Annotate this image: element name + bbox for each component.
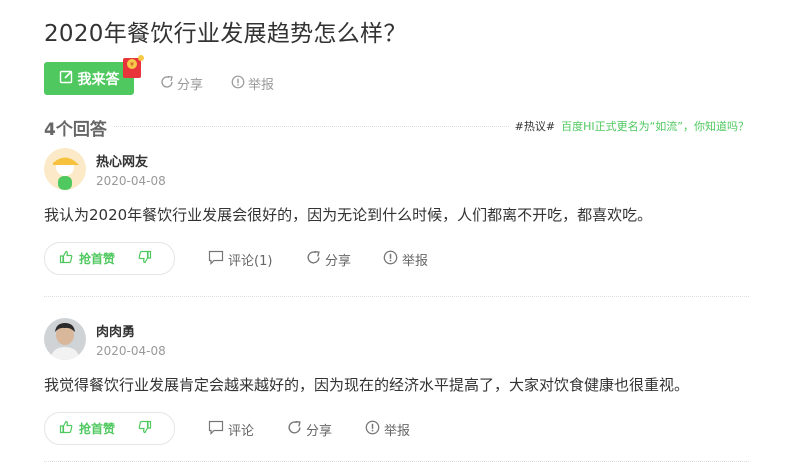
like-button[interactable]: 抢首赞 xyxy=(45,250,131,267)
share-label: 分享 xyxy=(325,254,352,269)
share-button[interactable]: 分享 xyxy=(287,420,332,439)
answer-date: 2020-04-08 xyxy=(96,344,166,358)
share-question-button[interactable]: 分享 xyxy=(160,74,203,93)
report-label: 举报 xyxy=(248,78,275,93)
report-button[interactable]: 举报 xyxy=(365,420,410,439)
answer-content: 我觉得餐饮行业发展肯定会越来越好的，因为现在的经济水平提高了，大家对饮食健康也很… xyxy=(44,376,690,394)
report-label: 举报 xyxy=(384,424,411,439)
dislike-button[interactable] xyxy=(131,249,159,268)
share-icon xyxy=(306,250,321,269)
comment-button[interactable]: 评论(1) xyxy=(208,250,272,269)
report-question-button[interactable]: 举报 xyxy=(231,74,274,93)
thumbs-down-icon xyxy=(138,249,152,268)
dislike-button[interactable] xyxy=(131,419,159,438)
share-label: 分享 xyxy=(306,424,333,439)
comment-label: 评论(1) xyxy=(228,254,273,269)
hot-topic-tag: #热议# xyxy=(514,120,556,133)
comment-icon xyxy=(208,420,224,439)
divider xyxy=(44,461,749,462)
avatar[interactable] xyxy=(44,148,86,190)
answer-count: 4个回答 xyxy=(44,115,113,140)
svg-text:¥: ¥ xyxy=(130,62,134,69)
comment-label: 评论 xyxy=(228,424,255,439)
divider xyxy=(44,296,749,297)
thumbs-down-icon xyxy=(138,419,152,438)
share-button[interactable]: 分享 xyxy=(306,250,351,269)
share-label: 分享 xyxy=(177,78,204,93)
hot-topic: #热议# 百度HI正式更名为“如流”，你知道吗？ xyxy=(508,118,749,134)
answer-button-label: 我来答 xyxy=(77,71,120,88)
hot-topic-link[interactable]: 百度HI正式更名为“如流”，你知道吗？ xyxy=(561,118,749,134)
avatar[interactable] xyxy=(44,318,86,360)
answer-content: 我认为2020年餐饮行业发展会很好的，因为无论到什么时候，人们都离不开吃，都喜欢… xyxy=(44,206,653,224)
like-label: 抢首赞 xyxy=(79,252,116,266)
comment-icon xyxy=(208,250,224,269)
report-button[interactable]: 举报 xyxy=(383,250,428,269)
report-label: 举报 xyxy=(402,254,429,269)
share-icon xyxy=(287,420,302,439)
report-icon xyxy=(383,250,398,269)
red-packet-icon[interactable]: ¥ xyxy=(121,54,145,80)
username[interactable]: 热心网友 xyxy=(96,151,148,170)
like-label: 抢首赞 xyxy=(79,422,116,436)
thumbs-up-icon xyxy=(59,420,73,437)
question-title: 2020年餐饮行业发展趋势怎么样？ xyxy=(44,21,407,47)
like-button[interactable]: 抢首赞 xyxy=(45,420,131,437)
thumbs-up-icon xyxy=(59,250,73,267)
edit-icon xyxy=(59,69,74,88)
comment-button[interactable]: 评论 xyxy=(208,420,254,439)
username[interactable]: 肉肉勇 xyxy=(96,321,135,340)
report-icon xyxy=(231,75,245,93)
vote-group: 抢首赞 xyxy=(44,412,175,445)
vote-group: 抢首赞 xyxy=(44,242,175,275)
answer-date: 2020-04-08 xyxy=(96,174,166,188)
report-icon xyxy=(365,420,380,439)
share-icon xyxy=(160,75,174,93)
